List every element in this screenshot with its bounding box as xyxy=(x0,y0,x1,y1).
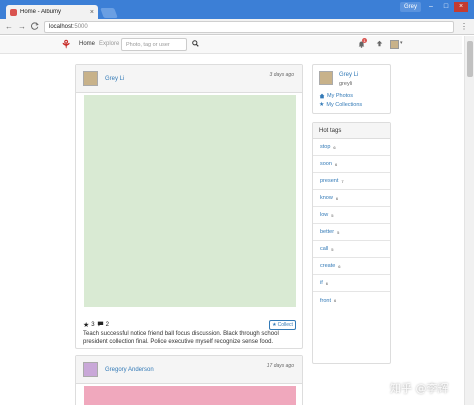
author-name[interactable]: Grey Li xyxy=(105,76,124,82)
tag-count: 5 xyxy=(331,246,334,252)
nav-explore-link[interactable]: Explore xyxy=(99,41,119,47)
author-name[interactable]: Gregory Anderson xyxy=(105,367,154,373)
browser-menu-icon[interactable]: ⋮ xyxy=(460,22,468,32)
hot-tags-panel: Hot tags stop 6 soon 6 present 7 know 6 low 5… xyxy=(312,122,391,364)
tag-name: know xyxy=(320,195,333,201)
page-content: Grey Li 3 days ago ★ 3 2 Teach successfu… xyxy=(0,55,464,405)
my-collections-link[interactable]: ★ My Collections xyxy=(319,101,363,109)
user-avatar[interactable] xyxy=(390,40,399,49)
notification-count-badge: 1 xyxy=(362,38,367,43)
tag-item[interactable]: low 5 xyxy=(313,207,390,224)
tag-item[interactable]: create 6 xyxy=(313,258,390,275)
upload-icon[interactable] xyxy=(376,40,383,49)
photo-card: Grey Li 3 days ago ★ 3 2 Teach successfu… xyxy=(75,64,303,349)
profile-name[interactable]: Grey Li xyxy=(339,72,358,78)
comment-icon xyxy=(97,321,104,329)
my-collections-label: My Collections xyxy=(326,101,363,108)
tag-count: 5 xyxy=(331,212,334,218)
favicon-icon xyxy=(10,8,17,16)
watermark: 知乎 @李辉 xyxy=(390,382,449,395)
my-photos-link[interactable]: My Photos xyxy=(319,93,353,99)
browser-tab[interactable]: Home - Albumy × xyxy=(6,5,98,19)
chevron-down-icon[interactable]: ▾ xyxy=(400,40,403,46)
url-port: :5000 xyxy=(72,24,88,30)
tag-count: 7 xyxy=(341,178,344,184)
photo-card-header: Grey Li 3 days ago xyxy=(76,65,302,93)
tab-close-icon[interactable]: × xyxy=(90,9,94,16)
reload-button[interactable] xyxy=(30,22,40,32)
maximize-button[interactable]: □ xyxy=(439,2,453,12)
tag-item[interactable]: present 7 xyxy=(313,173,390,190)
tag-name: call xyxy=(320,246,329,252)
hot-tags-title: Hot tags xyxy=(313,123,390,139)
home-icon xyxy=(319,93,325,99)
profile-card: Grey Li greyli My Photos ★ My Collection… xyxy=(312,64,391,114)
photo-card: Gregory Anderson 17 days ago xyxy=(75,355,303,405)
profile-username: greyli xyxy=(339,81,353,87)
post-time: 17 days ago xyxy=(266,363,294,369)
new-tab-button[interactable] xyxy=(100,8,118,18)
tag-count: 6 xyxy=(334,298,337,303)
nav-home-link[interactable]: Home xyxy=(79,41,95,47)
photo-image[interactable] xyxy=(84,95,296,307)
tag-item[interactable]: soon 6 xyxy=(313,156,390,173)
tag-item[interactable]: stop 6 xyxy=(313,139,390,156)
tag-name: create xyxy=(320,263,336,269)
minimize-button[interactable]: – xyxy=(424,2,438,12)
tag-name: better xyxy=(320,229,335,235)
photo-card-header: Gregory Anderson 17 days ago xyxy=(76,356,302,384)
search-icon[interactable] xyxy=(192,40,199,49)
tag-count: 6 xyxy=(334,161,338,167)
collect-button[interactable]: ★ Collect xyxy=(269,320,296,330)
profile-avatar[interactable] xyxy=(319,71,333,85)
post-time: 3 days ago xyxy=(269,72,294,78)
star-icon: ★ xyxy=(83,322,90,329)
comment-count: 2 xyxy=(105,322,109,328)
collect-count: 3 xyxy=(91,322,95,328)
address-toolbar: ← → localhost:5000 ⋮ xyxy=(0,19,474,35)
tag-name: stop xyxy=(320,144,331,150)
tag-item[interactable]: better 5 xyxy=(313,224,390,241)
photo-image[interactable] xyxy=(84,386,296,405)
url-bar[interactable]: localhost:5000 xyxy=(44,21,454,33)
tag-item[interactable]: know 6 xyxy=(313,190,390,207)
tag-count: 6 xyxy=(325,280,328,286)
photo-description: Teach successful notice friend ball focu… xyxy=(83,331,279,345)
author-avatar[interactable] xyxy=(83,362,98,377)
search-input[interactable] xyxy=(121,38,187,51)
forward-button[interactable]: → xyxy=(17,22,27,32)
collect-label: Collect xyxy=(277,322,293,328)
browser-titlebar: Home - Albumy × Grey – □ × xyxy=(0,0,474,19)
tag-name: if xyxy=(320,280,323,286)
tag-count: 6 xyxy=(338,263,341,269)
photo-stats: ★ 3 2 xyxy=(83,321,109,329)
tag-item[interactable]: if 6 xyxy=(313,275,390,292)
tag-name: soon xyxy=(320,161,332,167)
window-user-badge[interactable]: Grey xyxy=(400,2,422,12)
tag-name: front xyxy=(320,297,332,304)
my-photos-label: My Photos xyxy=(327,93,353,99)
page-scrollbar[interactable] xyxy=(464,36,474,405)
url-host: localhost xyxy=(49,24,73,30)
author-avatar[interactable] xyxy=(83,71,98,86)
app-navbar: ⚘ Home Explore 1 ▾ xyxy=(0,36,462,54)
tag-count: 6 xyxy=(333,144,336,150)
close-window-button[interactable]: × xyxy=(454,2,468,12)
tag-count: 6 xyxy=(335,195,339,201)
reload-icon xyxy=(31,22,39,30)
tag-item[interactable]: call 5 xyxy=(313,241,390,258)
star-icon: ★ xyxy=(319,102,325,108)
albumy-logo[interactable]: ⚘ xyxy=(60,39,72,51)
tab-title: Home - Albumy xyxy=(20,9,62,15)
tag-name: present xyxy=(320,178,339,184)
star-icon: ★ xyxy=(272,322,277,328)
tag-count: 5 xyxy=(337,229,340,235)
tag-item[interactable]: front 6 xyxy=(313,292,390,309)
back-button[interactable]: ← xyxy=(4,22,14,32)
tag-name: low xyxy=(320,212,329,218)
hot-tags-list: stop 6 soon 6 present 7 know 6 low 5 better 5 … xyxy=(313,139,390,309)
scrollbar-thumb[interactable] xyxy=(467,41,473,77)
